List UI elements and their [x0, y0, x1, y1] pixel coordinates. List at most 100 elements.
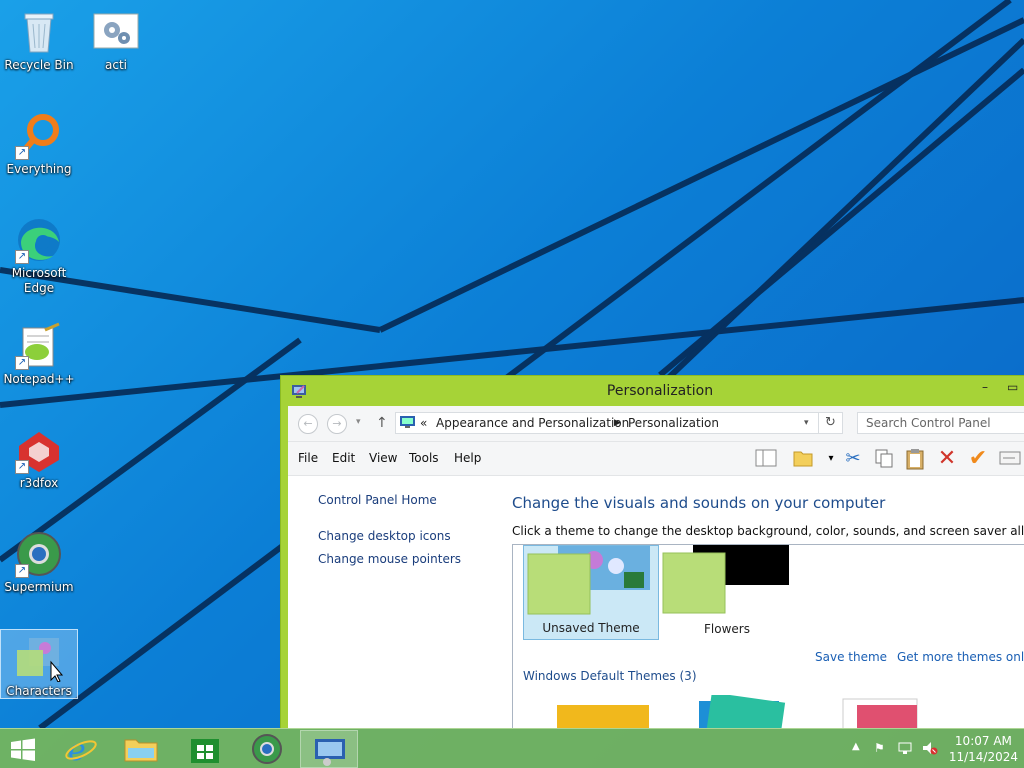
delete-icon[interactable]: ✕ — [935, 448, 959, 472]
desktop-icon-characters[interactable]: Characters — [0, 629, 78, 699]
organize-folder-icon[interactable] — [791, 448, 815, 472]
forward-button[interactable]: → — [327, 414, 347, 434]
desktop-icon-label: Everything — [6, 162, 72, 176]
menu-file[interactable]: File — [298, 451, 318, 465]
network-icon[interactable] — [898, 741, 914, 758]
window-client-area: ← → ▾ ↑ « Appearance and Personalization… — [288, 406, 1024, 728]
volume-muted-icon[interactable] — [922, 741, 938, 758]
supermium-taskbar-icon — [252, 734, 282, 764]
characters-theme-icon — [15, 634, 64, 683]
copy-icon[interactable] — [872, 448, 896, 472]
search-input[interactable]: Search Control Panel — [857, 412, 1024, 434]
desktop-icon-label: r3dfox — [19, 476, 59, 490]
theme-tile-flowers[interactable]: Flowers — [659, 545, 795, 640]
cut-icon[interactable]: ✂ — [841, 448, 865, 472]
properties-check-icon[interactable]: ✔ — [966, 448, 990, 472]
theme-tile-unsaved[interactable]: Unsaved Theme — [523, 545, 659, 640]
back-button[interactable]: ← — [298, 414, 318, 434]
link-change-mouse-pointers[interactable]: Change mouse pointers — [318, 552, 461, 566]
desktop-icon-r3dfox[interactable]: ↗ r3dfox — [1, 422, 77, 492]
breadcrumb-arrow-icon[interactable]: ▶ — [614, 418, 621, 428]
desktop-icon-label: Notepad++ — [3, 372, 75, 386]
taskbar: e ▲ ⚑ 10:07 AM 11/14/2024 — [0, 728, 1024, 768]
desktop: Recycle Bin acti ↗ Everything ↗ Microsof… — [0, 0, 1024, 728]
up-button[interactable]: ↑ — [376, 415, 388, 431]
shortcut-arrow-icon: ↗ — [15, 356, 29, 370]
change-view-icon[interactable] — [998, 448, 1022, 472]
supermium-browser-icon: ↗ — [15, 530, 63, 578]
everything-search-icon: ↗ — [15, 112, 63, 160]
breadcrumb-appearance[interactable]: Appearance and Personalization — [436, 416, 629, 430]
save-theme-link[interactable]: Save theme — [815, 650, 887, 664]
menu-view[interactable]: View — [369, 451, 397, 465]
store-icon — [191, 739, 219, 763]
windows-logo-icon — [11, 738, 35, 761]
settings-gear-icon — [92, 8, 140, 56]
page-heading: Change the visuals and sounds on your co… — [512, 494, 886, 512]
desktop-icon-recycle-bin[interactable]: Recycle Bin — [1, 4, 77, 74]
taskbar-supermium[interactable] — [238, 730, 296, 768]
address-row: ← → ▾ ↑ « Appearance and Personalization… — [288, 406, 1024, 442]
taskbar-clock[interactable]: 10:07 AM 11/14/2024 — [949, 733, 1018, 765]
taskbar-file-explorer[interactable] — [112, 730, 170, 768]
action-center-flag-icon[interactable]: ⚑ — [874, 741, 885, 755]
theme-gallery: Unsaved Theme Flowers Save theme Get mor… — [512, 544, 1024, 728]
theme-preview-flowers — [662, 545, 789, 614]
show-hidden-icons-button[interactable]: ▲ — [852, 741, 860, 752]
control-panel-icon — [400, 415, 416, 432]
shortcut-arrow-icon: ↗ — [15, 250, 29, 264]
desktop-icon-label: Recycle Bin — [4, 58, 74, 72]
minimize-button[interactable]: – — [982, 380, 1000, 394]
taskbar-store[interactable] — [176, 730, 234, 768]
taskbar-personalization[interactable] — [300, 730, 358, 768]
recent-pages-dropdown[interactable]: ▾ — [356, 417, 361, 427]
refresh-button[interactable]: ↻ — [819, 412, 843, 434]
organize-dropdown-icon[interactable]: ▾ — [819, 448, 843, 472]
theme-label: Flowers — [704, 622, 750, 636]
title-bar[interactable]: Personalization – ▭ — [281, 376, 1024, 406]
recycle-bin-icon — [15, 8, 63, 56]
desktop-icon-notepad-plus-plus[interactable]: ↗ Notepad++ — [1, 318, 77, 388]
page-description: Click a theme to change the desktop back… — [512, 524, 1024, 538]
theme-label: Unsaved Theme — [542, 621, 640, 635]
preview-pane-icon[interactable] — [754, 448, 778, 472]
desktop-icon-supermium[interactable]: ↗ Supermium — [1, 526, 77, 596]
shortcut-arrow-icon: ↗ — [15, 564, 29, 578]
default-theme-previews — [557, 695, 918, 728]
menu-toolbar-row: File Edit View Tools Help ▾ ✂ ✕ ✔ — [288, 442, 1024, 476]
menu-edit[interactable]: Edit — [332, 451, 355, 465]
window-title: Personalization — [606, 383, 714, 399]
desktop-icon-label: acti — [105, 58, 127, 72]
address-bar[interactable]: « Appearance and Personalization ▶ Perso… — [395, 412, 819, 434]
paste-icon[interactable] — [903, 448, 927, 472]
control-panel-taskbar-icon — [315, 739, 345, 766]
desktop-icon-everything[interactable]: ↗ Everything — [1, 108, 77, 178]
edge-browser-icon: ↗ — [15, 216, 63, 264]
maximize-button[interactable]: ▭ — [1007, 380, 1024, 394]
link-control-panel-home[interactable]: Control Panel Home — [318, 493, 437, 507]
address-dropdown-icon[interactable]: ▾ — [804, 418, 809, 428]
desktop-icon-label: Supermium — [4, 580, 74, 594]
menu-tools[interactable]: Tools — [409, 451, 439, 465]
r3dfox-browser-icon: ↗ — [15, 426, 63, 474]
file-explorer-icon — [124, 739, 158, 762]
breadcrumb-overflow[interactable]: « — [420, 416, 427, 430]
left-task-pane: Control Panel Home Change desktop icons … — [288, 476, 493, 728]
breadcrumb-personalization[interactable]: Personalization — [628, 416, 719, 430]
shortcut-arrow-icon: ↗ — [15, 146, 29, 160]
personalization-window: Personalization – ▭ ← → ▾ ↑ « Appearance… — [280, 375, 1024, 728]
theme-preview-unsaved — [527, 546, 650, 615]
link-change-desktop-icons[interactable]: Change desktop icons — [318, 529, 451, 543]
taskbar-internet-explorer[interactable]: e — [52, 730, 110, 768]
clock-time: 10:07 AM — [954, 734, 1012, 748]
desktop-icon-acti[interactable]: acti — [78, 4, 154, 74]
desktop-icon-label: Microsoft Edge — [11, 266, 67, 295]
clock-date: 11/14/2024 — [948, 750, 1018, 764]
desktop-icon-microsoft-edge[interactable]: ↗ Microsoft Edge — [1, 212, 77, 298]
desktop-icon-label: Characters — [6, 684, 72, 698]
menu-help[interactable]: Help — [454, 451, 481, 465]
shortcut-arrow-icon: ↗ — [15, 460, 29, 474]
start-button[interactable] — [0, 730, 46, 768]
get-more-themes-link[interactable]: Get more themes online — [897, 650, 1024, 664]
default-themes-group-title: Windows Default Themes (3) — [523, 669, 697, 683]
